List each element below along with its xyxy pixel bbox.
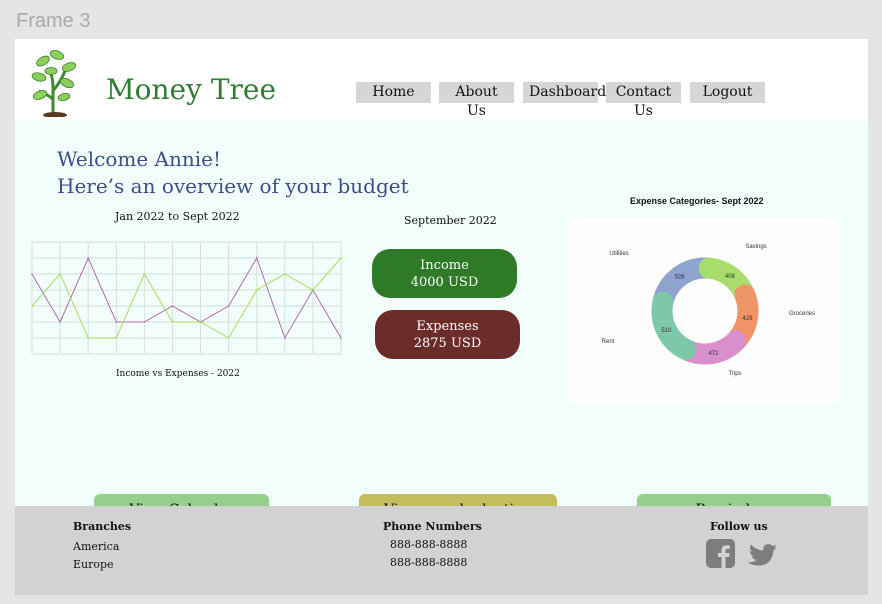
line-series-1-point bbox=[227, 305, 230, 307]
money-tree-logo-icon bbox=[31, 50, 77, 117]
twitter-icon[interactable] bbox=[746, 540, 778, 567]
summary-title: September 2022 bbox=[404, 214, 497, 227]
footer: Branches America Europe Phone Numbers 88… bbox=[15, 506, 868, 595]
line-chart-title: Jan 2022 to Sept 2022 bbox=[115, 210, 240, 223]
header: Money Tree Home About Us Dashboard Conta… bbox=[15, 39, 868, 121]
brand-name[interactable]: Money Tree bbox=[106, 73, 276, 106]
income-value: 4000 USD bbox=[410, 274, 479, 290]
line-series-2-point bbox=[31, 305, 33, 307]
line-series-1-point bbox=[284, 337, 286, 339]
line-series-2-point bbox=[340, 257, 342, 259]
page: Money Tree Home About Us Dashboard Conta… bbox=[15, 39, 868, 595]
expense-categories-donut-chart: 528 Utilities 408 Savings 429 Groceries 472 Tri… bbox=[602, 244, 815, 377]
phone-number-1: 888-888-8888 bbox=[390, 538, 468, 551]
donut-value-label: 472 bbox=[708, 351, 719, 357]
line-series-1-point bbox=[143, 321, 146, 323]
branch-europe: Europe bbox=[73, 558, 114, 571]
donut-value-label: 408 bbox=[725, 274, 736, 280]
line-series-2-point bbox=[115, 337, 118, 339]
nav-logout-button[interactable]: Logout bbox=[690, 82, 765, 103]
line-series-1-point bbox=[87, 257, 89, 259]
welcome-heading: Welcome Annie! Here’s an overview of you… bbox=[57, 146, 409, 200]
facebook-icon[interactable] bbox=[706, 539, 735, 568]
welcome-line-1: Welcome Annie! bbox=[57, 147, 222, 171]
line-series-2-point bbox=[59, 273, 61, 275]
donut-value-label: 510 bbox=[661, 328, 672, 334]
line-series-1 bbox=[31, 256, 342, 340]
donut-value-label: 528 bbox=[674, 274, 685, 280]
expenses-summary-badge: Expenses 2875 USD bbox=[375, 310, 520, 359]
income-label: Income bbox=[420, 257, 469, 273]
frame-label: Frame 3 bbox=[16, 10, 91, 32]
donut-category-label: Utilities bbox=[609, 251, 628, 257]
line-series-2-point bbox=[255, 289, 258, 291]
line-series-2-point bbox=[312, 289, 314, 291]
line-series-2-point bbox=[199, 321, 202, 323]
nav-home-button[interactable]: Home bbox=[356, 82, 431, 103]
welcome-line-2: Here’s an overview of your budget bbox=[57, 174, 409, 198]
expenses-value: 2875 USD bbox=[413, 335, 482, 351]
donut-category-label: Rent bbox=[602, 339, 615, 345]
line-series-1-point bbox=[255, 257, 258, 259]
income-expense-line-chart bbox=[31, 241, 342, 355]
expenses-label: Expenses bbox=[416, 318, 479, 334]
donut-chart-title: Expense Categories- Sept 2022 bbox=[630, 196, 764, 206]
line-series-2-point bbox=[171, 321, 174, 323]
line-series-2-point bbox=[227, 337, 230, 339]
line-series-1-point bbox=[340, 337, 342, 339]
nav-dashboard-button[interactable]: Dashboard bbox=[523, 82, 606, 103]
nav-contact-button[interactable]: Contact Us bbox=[606, 82, 681, 119]
follow-us-heading: Follow us bbox=[710, 520, 768, 533]
donut-category-label: Groceries bbox=[789, 311, 815, 317]
line-chart-frame bbox=[31, 241, 342, 355]
donut-chart-card: 528 Utilities 408 Savings 429 Groceries 472 Tri… bbox=[569, 218, 840, 404]
donut-value-label: 429 bbox=[742, 316, 753, 322]
nav-about-button[interactable]: About Us bbox=[439, 82, 514, 119]
phone-number-2: 888-888-8888 bbox=[390, 556, 468, 569]
line-series-1-point bbox=[59, 321, 61, 323]
dashboard-main: Welcome Annie! Here’s an overview of you… bbox=[15, 121, 868, 548]
income-summary-badge: Income 4000 USD bbox=[372, 249, 517, 298]
line-series-2 bbox=[31, 257, 342, 339]
line-series-1-point bbox=[31, 273, 33, 275]
branches-heading: Branches bbox=[73, 520, 132, 533]
branch-america: America bbox=[73, 540, 120, 553]
phone-numbers-heading: Phone Numbers bbox=[383, 520, 482, 533]
donut-slice-rent bbox=[651, 291, 697, 361]
line-series-2-point bbox=[87, 337, 89, 339]
donut-category-label: Savings bbox=[745, 244, 766, 250]
line-series-2-point bbox=[284, 273, 286, 275]
donut-category-label: Trips bbox=[728, 371, 741, 377]
line-series-2-point bbox=[143, 273, 146, 275]
line-chart-caption: Income vs Expenses - 2022 bbox=[116, 369, 240, 379]
line-series-1-point bbox=[171, 305, 174, 307]
line-series-1-point bbox=[115, 321, 118, 323]
